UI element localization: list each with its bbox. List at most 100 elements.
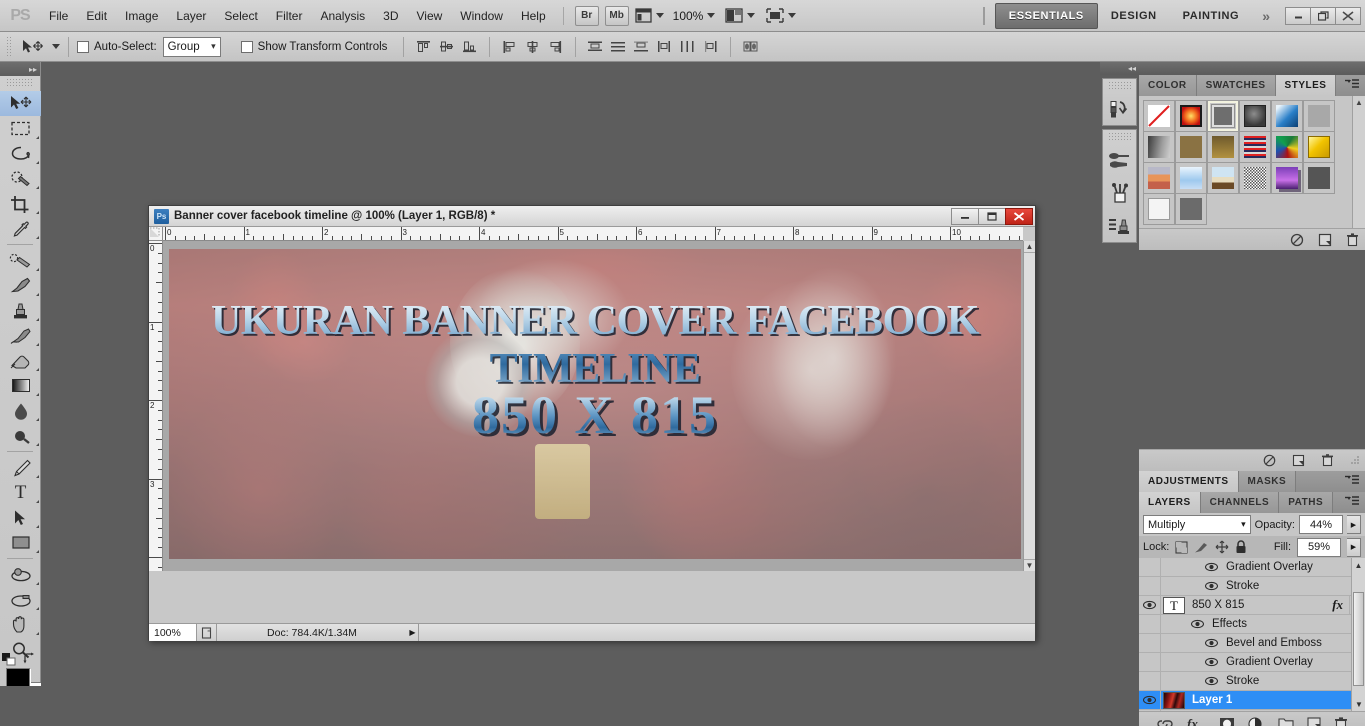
layer-effect-row[interactable]: Stroke [1139, 576, 1365, 596]
auto-select-checkbox[interactable] [77, 40, 89, 53]
workspace-overflow-icon[interactable]: » [1252, 8, 1280, 24]
tool-quick-selection-tool[interactable] [0, 166, 41, 191]
auto-align-layers-icon[interactable] [739, 36, 762, 58]
ruler-origin-corner[interactable] [149, 227, 163, 241]
align-right-edges-icon[interactable] [544, 36, 567, 58]
clear-style-icon[interactable] [1290, 233, 1304, 247]
distribute-top-edges-icon[interactable] [584, 36, 607, 58]
style-swatch[interactable] [1302, 130, 1335, 163]
layer-effect-row[interactable]: Stroke [1139, 671, 1365, 691]
effect-name[interactable]: Effects [1207, 618, 1365, 630]
workspace-essentials[interactable]: ESSENTIALS [994, 2, 1098, 29]
horizontal-ruler[interactable]: 0 1 2 3 4 5 6 7 8 9 10 [163, 227, 1023, 241]
tool-pen-tool[interactable] [0, 455, 41, 480]
effect-name[interactable]: Stroke [1221, 675, 1365, 687]
layer-visibility-toggle[interactable] [1139, 690, 1161, 710]
tool-crop-tool[interactable] [0, 191, 41, 216]
styles-panel-menu-icon[interactable] [1339, 76, 1365, 96]
layers-scroll-up-icon[interactable]: ▲ [1352, 558, 1365, 572]
effect-name[interactable]: Gradient Overlay [1221, 561, 1365, 573]
preview-thumbnail-icon[interactable] [197, 624, 217, 641]
default-colors-button[interactable] [2, 653, 16, 669]
right-dock-header[interactable] [1139, 62, 1365, 75]
layer-effect-row[interactable]: Effects [1139, 614, 1365, 634]
layer-visibility-toggle[interactable] [1139, 614, 1161, 634]
new-group-icon[interactable] [1278, 717, 1294, 726]
adjustments-panel-menu-icon[interactable] [1339, 472, 1365, 492]
tools-panel-grip[interactable] [6, 78, 34, 88]
tool-clone-stamp-tool[interactable] [0, 298, 41, 323]
distribute-bottom-edges-icon[interactable] [630, 36, 653, 58]
effect-visibility-toggle[interactable] [1201, 562, 1221, 572]
layer-row[interactable]: T850 X 815fx▲ [1139, 595, 1365, 615]
new-style-icon[interactable] [1318, 233, 1332, 247]
tab-channels[interactable]: CHANNELS [1200, 492, 1280, 513]
tool-3d-orbit-tool[interactable] [0, 587, 41, 612]
show-transform-checkbox[interactable] [240, 40, 253, 53]
tab-masks[interactable]: MASKS [1238, 471, 1297, 492]
menu-analysis[interactable]: Analysis [311, 5, 374, 27]
tool-history-brush-tool[interactable] [0, 323, 41, 348]
tab-adjustments[interactable]: ADJUSTMENTS [1139, 471, 1239, 492]
close-button[interactable] [1335, 6, 1361, 25]
tab-styles[interactable]: STYLES [1275, 75, 1337, 96]
style-swatch[interactable] [1174, 130, 1207, 163]
style-swatch[interactable] [1142, 99, 1175, 132]
lock-position-icon[interactable] [1215, 540, 1229, 554]
menu-window[interactable]: Window [451, 5, 512, 27]
link-layers-icon[interactable] [1156, 718, 1174, 726]
align-bottom-edges-icon[interactable] [458, 36, 481, 58]
align-left-edges-icon[interactable] [498, 36, 521, 58]
current-tool-move-icon[interactable] [18, 36, 48, 58]
layer-row[interactable]: Layer 1 [1139, 690, 1365, 710]
layers-panel-menu-icon[interactable] [1339, 493, 1365, 513]
layer-thumbnail[interactable]: T [1161, 596, 1187, 615]
style-swatch[interactable] [1142, 130, 1175, 163]
scroll-down-arrow-icon[interactable]: ▼ [1024, 559, 1035, 571]
mini-dock-grip-1[interactable] [1108, 81, 1131, 90]
tab-swatches[interactable]: SWATCHES [1196, 75, 1276, 96]
menu-3d[interactable]: 3D [374, 5, 407, 27]
style-swatch[interactable] [1174, 192, 1207, 225]
tab-paths[interactable]: PATHS [1279, 492, 1334, 513]
tool-lasso-tool[interactable] [0, 141, 41, 166]
align-horizontal-centers-icon[interactable] [521, 36, 544, 58]
layer-name[interactable]: Layer 1 [1187, 694, 1365, 706]
opacity-field[interactable]: 44% [1299, 515, 1343, 534]
layers-scrollbar[interactable]: ▲ ▼ [1351, 558, 1365, 711]
distribute-vertical-centers-icon[interactable] [607, 36, 630, 58]
align-vertical-centers-icon[interactable] [435, 36, 458, 58]
menu-view[interactable]: View [407, 5, 451, 27]
style-swatch[interactable] [1206, 161, 1239, 194]
effect-name[interactable]: Gradient Overlay [1221, 656, 1365, 668]
screen-mode-button[interactable] [766, 6, 797, 26]
layer-visibility-toggle[interactable] [1139, 633, 1161, 653]
tool-gradient-tool[interactable] [0, 373, 41, 398]
layer-thumbnail[interactable] [1161, 691, 1187, 710]
document-minimize-button[interactable] [951, 207, 979, 225]
distribute-right-edges-icon[interactable] [699, 36, 722, 58]
menu-layer[interactable]: Layer [167, 5, 215, 27]
align-top-edges-icon[interactable] [412, 36, 435, 58]
clone-source-panel-button[interactable] [1103, 209, 1136, 242]
panel-resize-grip[interactable] [1350, 456, 1359, 465]
status-menu-arrow-icon[interactable]: ▶ [407, 624, 419, 641]
mini-dock-grip-2[interactable] [1108, 132, 1131, 141]
document-zoom-field[interactable]: 100% [149, 624, 197, 641]
layer-visibility-toggle[interactable] [1139, 595, 1161, 615]
swap-colors-button[interactable] [23, 652, 36, 668]
layer-name[interactable]: 850 X 815 [1187, 599, 1332, 611]
style-swatch[interactable] [1270, 99, 1303, 132]
distribute-horizontal-centers-icon[interactable] [676, 36, 699, 58]
delete-style-icon[interactable] [1346, 232, 1359, 247]
history-panel-button[interactable] [1103, 92, 1136, 125]
restore-button[interactable] [1310, 6, 1336, 25]
effect-name[interactable]: Stroke [1221, 580, 1365, 592]
layer-effect-row[interactable]: Bevel and Emboss [1139, 633, 1365, 653]
document-close-button[interactable] [1005, 207, 1033, 225]
tool-eyedropper-tool[interactable] [0, 216, 41, 241]
workspace-painting[interactable]: PAINTING [1170, 4, 1253, 28]
layer-effect-row[interactable]: Gradient Overlay [1139, 558, 1365, 577]
tool-hand-tool[interactable] [0, 612, 41, 637]
workspace-design[interactable]: DESIGN [1098, 4, 1170, 28]
